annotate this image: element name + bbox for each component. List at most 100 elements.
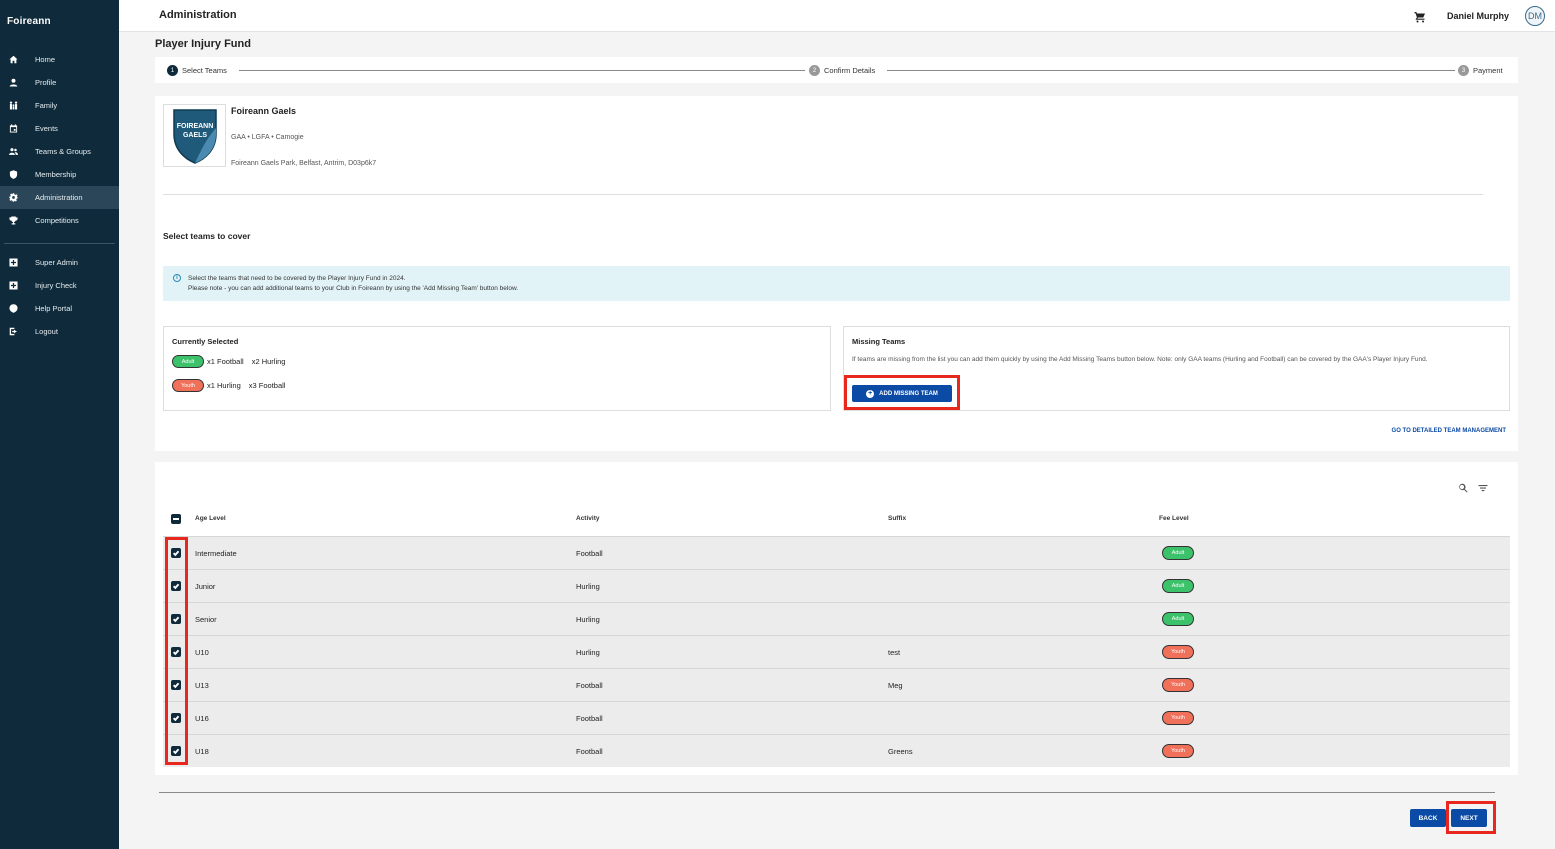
fee-level-badge: Adult <box>172 355 204 368</box>
avatar[interactable]: DM <box>1525 6 1545 26</box>
step-select-teams[interactable]: 1 Select Teams <box>167 65 227 76</box>
fee-level-badge: Youth <box>1162 711 1194 725</box>
trophy-icon <box>8 215 19 226</box>
club-card: FOIREANN GAELS Foireann Gaels GAA • LGFA… <box>155 96 1518 451</box>
fee-level-badge: Youth <box>1162 744 1194 758</box>
sidebar-item-label: Family <box>35 101 58 110</box>
column-header-age-level[interactable]: Age Level <box>195 515 226 522</box>
info-banner: i Select the teams that need to be cover… <box>163 266 1510 301</box>
sidebar-item-logout[interactable]: Logout <box>0 320 119 343</box>
activity-cell: Hurling <box>576 648 600 657</box>
family-icon <box>8 100 19 111</box>
fee-level-badge: Adult <box>1162 546 1194 560</box>
section-title: Select teams to cover <box>163 231 251 241</box>
home-icon <box>8 54 19 65</box>
highlight-box <box>1446 801 1496 834</box>
search-icon[interactable] <box>1458 480 1468 498</box>
detailed-team-management-link[interactable]: GO TO DETAILED TEAM MANAGEMENT <box>1392 428 1506 434</box>
divider <box>163 194 1483 195</box>
suffix-cell: Meg <box>888 681 903 690</box>
gear-icon <box>8 192 19 203</box>
fee-level-badge: Youth <box>1162 645 1194 659</box>
table-row[interactable]: U13 Football Meg Youth <box>163 668 1510 701</box>
shield-icon <box>8 169 19 180</box>
table-row[interactable]: Intermediate Football Adult <box>163 536 1510 569</box>
sidebar-item-label: Membership <box>35 170 77 179</box>
top-bar: Administration Daniel Murphy DM <box>119 0 1555 32</box>
panel-title: Missing Teams <box>852 337 906 346</box>
stepper: 1 Select Teams 2 Confirm Details 3 Payme… <box>155 57 1518 83</box>
back-button[interactable]: BACK <box>1410 809 1446 827</box>
step-number: 1 <box>167 65 178 76</box>
sidebar-item-help-portal[interactable]: Help Portal <box>0 297 119 320</box>
step-number: 3 <box>1458 65 1469 76</box>
select-all-checkbox[interactable] <box>171 514 181 524</box>
teams-table: Age Level Activity Suffix Fee Level Inte… <box>155 462 1518 775</box>
sidebar-item-family[interactable]: Family <box>0 94 119 117</box>
step-connector <box>239 70 805 71</box>
column-header-fee-level[interactable]: Fee Level <box>1159 515 1189 522</box>
fee-level-badge: Youth <box>172 379 204 392</box>
table-row[interactable]: Senior Hurling Adult <box>163 602 1510 635</box>
age-level-cell: U13 <box>195 681 209 690</box>
table-row[interactable]: U16 Football Youth <box>163 701 1510 734</box>
step-label: Payment <box>1473 66 1503 75</box>
sidebar-item-label: Profile <box>35 78 57 87</box>
column-header-activity[interactable]: Activity <box>576 515 599 522</box>
selected-count: x1 Hurling <box>207 381 241 390</box>
info-text-line1: Select the teams that need to be covered… <box>188 275 406 282</box>
activity-cell: Hurling <box>576 615 600 624</box>
sidebar-item-events[interactable]: Events <box>0 117 119 140</box>
activity-cell: Hurling <box>576 582 600 591</box>
user-name[interactable]: Daniel Murphy <box>1447 11 1509 21</box>
group-icon <box>8 146 19 157</box>
step-confirm-details[interactable]: 2 Confirm Details <box>809 65 876 76</box>
help-icon <box>8 303 19 314</box>
table-row[interactable]: U18 Football Greens Youth <box>163 734 1510 767</box>
step-label: Select Teams <box>182 66 227 75</box>
sidebar-item-administration[interactable]: Administration <box>0 186 119 209</box>
currently-selected-panel: Currently Selected Adult x1 Football x2 … <box>163 326 831 411</box>
activity-cell: Football <box>576 681 603 690</box>
club-crest-icon: FOIREANN GAELS <box>172 108 217 164</box>
step-label: Confirm Details <box>824 66 876 75</box>
selected-count: x1 Football <box>207 357 244 366</box>
crest-text-line2: GAELS <box>182 132 206 139</box>
missing-teams-description: If teams are missing from the list you c… <box>852 356 1428 363</box>
column-header-suffix[interactable]: Suffix <box>888 515 906 522</box>
step-payment[interactable]: 3 Payment <box>1458 65 1503 76</box>
sidebar-item-super-admin[interactable]: Super Admin <box>0 251 119 274</box>
sidebar-item-membership[interactable]: Membership <box>0 163 119 186</box>
sidebar-item-competitions[interactable]: Competitions <box>0 209 119 232</box>
sidebar-item-label: Teams & Groups <box>35 147 91 156</box>
filter-icon[interactable] <box>1478 480 1488 498</box>
cart-icon[interactable] <box>1414 10 1426 23</box>
page-title: Player Injury Fund <box>155 38 251 50</box>
fee-level-badge: Youth <box>1162 678 1194 692</box>
selected-count: x2 Hurling <box>251 357 286 366</box>
info-text-line2: Please note - you can add additional tea… <box>188 285 519 292</box>
plus-box-icon <box>8 280 19 291</box>
table-row[interactable]: U10 Hurling test Youth <box>163 635 1510 668</box>
sidebar-item-label: Super Admin <box>35 258 78 267</box>
fee-level-badge: Adult <box>1162 612 1194 626</box>
age-level-cell: Junior <box>195 582 216 591</box>
sidebar-divider <box>4 243 115 244</box>
table-row[interactable]: Junior Hurling Adult <box>163 569 1510 602</box>
sidebar-item-home[interactable]: Home <box>0 48 119 71</box>
calendar-icon <box>8 123 19 134</box>
sidebar-item-injury-check[interactable]: Injury Check <box>0 274 119 297</box>
sidebar-item-label: Competitions <box>35 216 79 225</box>
age-level-cell: U16 <box>195 714 209 723</box>
age-level-cell: U10 <box>195 648 209 657</box>
person-icon <box>8 77 19 88</box>
panel-title: Currently Selected <box>172 337 239 346</box>
brand-logo[interactable]: Foireann <box>7 16 51 27</box>
activity-cell: Football <box>576 714 603 723</box>
sidebar-item-profile[interactable]: Profile <box>0 71 119 94</box>
sidebar-item-teams-groups[interactable]: Teams & Groups <box>0 140 119 163</box>
activity-cell: Football <box>576 747 603 756</box>
logout-icon <box>8 326 19 337</box>
table-toolbar <box>1458 480 1488 498</box>
plus-box-icon <box>8 257 19 268</box>
